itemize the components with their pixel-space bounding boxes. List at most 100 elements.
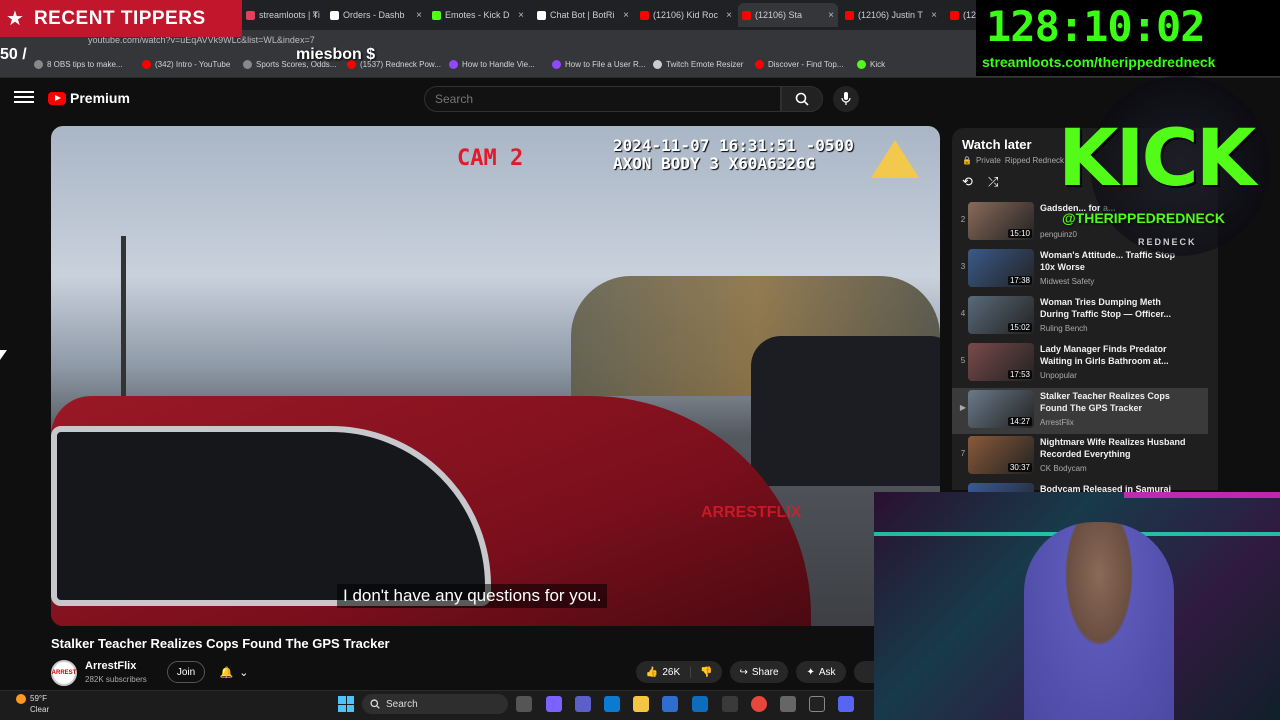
playlist-thumbnail[interactable]: 15:10: [968, 202, 1034, 240]
tab-label: Emotes - Kick D: [445, 10, 510, 20]
recent-tippers-overlay: ★ RECENT TIPPERS: [0, 0, 242, 37]
tipper-name: miesbon $: [296, 46, 376, 63]
bodycam-timestamp: 2024-11-07 16:31:51 -0500: [613, 136, 854, 155]
dislike-button[interactable]: 👎: [691, 667, 722, 678]
video-watermark: ARRESTFLIX: [701, 504, 802, 521]
shuffle-icon[interactable]: ⤮: [988, 174, 1004, 190]
close-tab-icon[interactable]: ×: [726, 10, 732, 21]
playlist-item-channel: Ruling Bench: [1040, 324, 1088, 333]
tipper-amount-snippet: 50 /: [0, 46, 27, 63]
browser-tab[interactable]: (12106: [946, 3, 976, 27]
tab-favicon-icon: [432, 10, 441, 20]
loop-icon[interactable]: ⟲: [962, 174, 978, 190]
app-icon[interactable]: [780, 696, 796, 712]
search-box: [424, 86, 781, 112]
store-icon[interactable]: [662, 696, 678, 712]
weather-temp: 59°F: [30, 694, 47, 703]
channel-name[interactable]: ArrestFlix: [85, 660, 136, 672]
taskbar-search-label: Search: [386, 698, 418, 710]
browser-tab[interactable]: Orders - Dashb ×: [326, 3, 426, 27]
join-button[interactable]: Join: [167, 661, 205, 683]
playlist-thumbnail[interactable]: 17:53: [968, 343, 1034, 381]
share-button[interactable]: ↪ Share: [730, 661, 788, 683]
tab-label: (12106) Kid Roc: [653, 10, 719, 20]
taskbar-search[interactable]: Search: [362, 694, 508, 714]
search-input[interactable]: [425, 87, 780, 111]
teams-icon[interactable]: [575, 696, 591, 712]
search-button[interactable]: [781, 86, 823, 112]
tab-favicon-icon: [742, 10, 751, 20]
search-icon: [370, 699, 380, 709]
close-tab-icon[interactable]: ×: [828, 10, 834, 21]
playlist-thumbnail[interactable]: 17:38: [968, 249, 1034, 287]
playlist-item-title[interactable]: Nightmare Wife Realizes Husband Recorded…: [1040, 436, 1190, 460]
browser-tab[interactable]: Emotes - Kick D ×: [428, 3, 528, 27]
browser-tab[interactable]: streamloots | Ti ×: [242, 3, 322, 27]
ask-label: Ask: [818, 666, 836, 678]
hamburger-menu-icon[interactable]: [14, 88, 34, 108]
ask-button[interactable]: ✦ Ask: [796, 661, 846, 683]
weather-condition: Clear: [30, 705, 50, 714]
playlist-item-title[interactable]: Woman Tries Dumping Meth During Traffic …: [1040, 296, 1190, 320]
timer-link: streamloots.com/therippedredneck: [982, 54, 1216, 70]
bookmark-favicon-icon: [449, 60, 458, 69]
playlist-thumbnail[interactable]: 15:02: [968, 296, 1034, 334]
bookmark-item[interactable]: How to Handle Vie...: [449, 60, 535, 69]
bookmark-item[interactable]: Twitch Emote Resizer: [653, 60, 743, 69]
badge-text: REDNECK: [1138, 237, 1197, 247]
playlist-thumbnail[interactable]: 14:27: [968, 390, 1034, 428]
playlist-title[interactable]: Watch later: [962, 137, 1032, 152]
bookmark-item[interactable]: 8 OBS tips to make...: [34, 60, 123, 69]
close-tab-icon[interactable]: ×: [518, 10, 524, 21]
terminal-icon[interactable]: [809, 696, 825, 712]
notification-button[interactable]: 🔔 ⌄: [213, 661, 255, 683]
subathon-timer-overlay: 128:10:02 streamloots.com/therippedredne…: [976, 0, 1280, 76]
playlist-item[interactable]: 7 30:37 Nightmare Wife Realizes Husband Re…: [952, 434, 1208, 480]
chrome-icon[interactable]: [751, 696, 767, 712]
weather-widget[interactable]: 59°F Clear: [16, 693, 49, 715]
edge-icon[interactable]: [604, 696, 620, 712]
browser-tab[interactable]: (12106) Justin T ×: [841, 3, 941, 27]
tab-label: (12106) Justin T: [858, 10, 923, 20]
file-explorer-icon[interactable]: [633, 696, 649, 712]
playlist-item-index: 3: [960, 262, 966, 271]
bookmark-label: (342) Intro - YouTube: [155, 60, 231, 69]
playlist-item[interactable]: 4 15:02 Woman Tries Dumping Meth During Tr…: [952, 294, 1208, 340]
close-tab-icon[interactable]: ×: [623, 10, 629, 21]
close-tab-icon[interactable]: ×: [416, 10, 422, 21]
task-view-icon[interactable]: [516, 696, 532, 712]
playlist-thumbnail[interactable]: 30:37: [968, 436, 1034, 474]
video-player[interactable]: CAM 2 2024-11-07 16:31:51 -0500 AXON BOD…: [51, 126, 940, 626]
playlist-item-title[interactable]: Lady Manager Finds Predator Waiting in G…: [1040, 343, 1190, 367]
playlist-item[interactable]: 5 17:53 Lady Manager Finds Predator Waitin…: [952, 341, 1208, 387]
browser-tab[interactable]: (12106) Sta ×: [738, 3, 838, 27]
voice-search-button[interactable]: [833, 86, 859, 112]
sparkle-icon: ✦: [806, 666, 815, 678]
outlook-icon[interactable]: [692, 696, 708, 712]
browser-tab[interactable]: (12106) Kid Roc ×: [636, 3, 736, 27]
playlist-item[interactable]: ▶ 14:27 Stalker Teacher Realizes Cops Foun…: [952, 388, 1208, 434]
browser-tab[interactable]: Chat Bot | BotRi ×: [533, 3, 633, 27]
youtube-logo[interactable]: Premium: [48, 90, 130, 106]
copilot-icon[interactable]: [546, 696, 562, 712]
bookmark-item[interactable]: (342) Intro - YouTube: [142, 60, 230, 69]
discord-icon[interactable]: [838, 696, 854, 712]
save-button[interactable]: [854, 661, 874, 683]
streamer-webcam: [874, 492, 1280, 720]
close-tab-icon[interactable]: ×: [312, 10, 318, 21]
bookmark-item[interactable]: Discover - Find Top...: [755, 60, 843, 69]
logo-text: Premium: [70, 90, 130, 106]
channel-avatar[interactable]: ARREST: [51, 660, 77, 686]
youtube-play-icon: [48, 91, 66, 105]
bookmark-favicon-icon: [552, 60, 561, 69]
bookmark-item[interactable]: Kick: [857, 60, 885, 69]
bookmark-item[interactable]: How to File a User R...: [552, 60, 645, 69]
video-duration: 14:27: [1007, 417, 1032, 426]
close-tab-icon[interactable]: ×: [931, 10, 937, 21]
playlist-item-title[interactable]: Stalker Teacher Realizes Cops Found The …: [1040, 390, 1190, 414]
obs-icon[interactable]: [722, 696, 738, 712]
tab-favicon-icon: [640, 10, 649, 20]
windows-start-icon[interactable]: [338, 696, 354, 712]
like-button[interactable]: 👍 26K: [636, 666, 691, 678]
like-count: 26K: [662, 666, 681, 678]
